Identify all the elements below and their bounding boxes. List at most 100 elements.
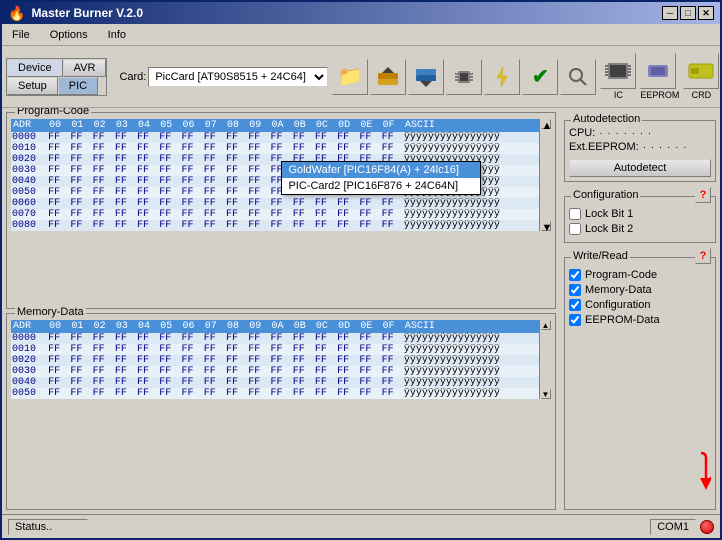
mem-col-06: 06: [181, 320, 203, 333]
program-code-scrollbar[interactable]: ▲ ▼: [539, 119, 551, 231]
mem-col-adr: ADR: [11, 320, 47, 333]
dropdown-option-2[interactable]: PIC-Card2 [PIC16F876 + 24C64N]: [282, 178, 480, 194]
dropdown-option-1[interactable]: GoldWafer [PIC16F84(A) + 24lc16]: [282, 162, 480, 178]
erase-button[interactable]: [560, 59, 596, 95]
write-read-item-1: Memory-Data: [569, 284, 711, 296]
eeprom-dots: · · · · · ·: [643, 142, 688, 153]
autodetection-group: Autodetection CPU: · · · · · · · Ext.EEP…: [564, 120, 716, 182]
menu-bar: File Options Info: [2, 24, 720, 46]
bottom-toolbar-icons: IC EEPROM: [600, 53, 719, 100]
col-07: 07: [203, 119, 225, 132]
col-0e: 0E: [358, 119, 380, 132]
folder-icon: 📁: [338, 64, 363, 89]
program-code-title: Program-Code: [15, 108, 91, 117]
mem-col-07: 07: [203, 320, 225, 333]
configuration-help-button[interactable]: ?: [695, 187, 711, 203]
col-0c: 0C: [314, 119, 336, 132]
connection-indicator: [700, 520, 714, 534]
lock-bit-1-label: Lock Bit 1: [585, 208, 633, 220]
lock-bit-1-checkbox[interactable]: [569, 208, 581, 220]
write-read-item-0: Program-Code: [569, 269, 711, 281]
col-06: 06: [181, 119, 203, 132]
folder-button[interactable]: 📁: [332, 59, 368, 95]
menu-info[interactable]: Info: [102, 27, 132, 43]
eeprom-button[interactable]: EEPROM: [640, 53, 679, 100]
crd-button[interactable]: CRD: [683, 53, 719, 100]
memory-data-scrollbar[interactable]: ▲ ▼: [539, 320, 551, 399]
app-icon: 🔥: [8, 5, 25, 22]
table-row: 0010FFFFFFFFFFFFFFFFFFFFFFFFFFFFFFFFÿÿÿÿ…: [11, 344, 539, 355]
download-button[interactable]: [408, 59, 444, 95]
device-button[interactable]: Device: [7, 59, 63, 77]
write-read-items: Program-Code Memory-Data Configuration EEPR…: [569, 269, 711, 326]
col-adr: ADR: [11, 119, 47, 132]
lock-bit-2-label: Lock Bit 2: [585, 223, 633, 235]
device-setup-group: Device AVR Setup PIC: [6, 58, 107, 96]
menu-options[interactable]: Options: [44, 27, 94, 43]
col-0d: 0D: [336, 119, 358, 132]
col-ascii: ASCII: [403, 119, 539, 132]
table-row: 0080FFFFFFFFFFFFFFFFFFFFFFFFFFFFFFFFÿÿÿÿ…: [11, 220, 539, 231]
device-dropdown-popup[interactable]: GoldWafer [PIC16F84(A) + 24lc16] PIC-Car…: [281, 161, 481, 195]
table-row: 0010FFFFFFFFFFFFFFFFFFFFFFFFFFFFFFFFÿÿÿÿ…: [11, 143, 539, 154]
program-code-group: Program-Code ADR 00 01 02 03: [6, 112, 556, 309]
crd-label: CRD: [683, 90, 719, 100]
col-0a: 0A: [269, 119, 291, 132]
lock-bit-2-checkbox[interactable]: [569, 223, 581, 235]
lock-bit-2-row: Lock Bit 2: [569, 223, 711, 235]
col-02: 02: [92, 119, 114, 132]
avr-button[interactable]: AVR: [63, 59, 107, 77]
chip-button[interactable]: [446, 59, 482, 95]
table-row: 0000FFFFFFFFFFFFFFFFFFFFFFFFFFFFFFFFÿÿÿÿ…: [11, 132, 539, 143]
eeprom-ext-label: Ext.EEPROM:: [569, 141, 639, 153]
write-read-label-1: Memory-Data: [585, 284, 652, 296]
memory-data-group: Memory-Data ADR 00 01 02 03: [6, 313, 556, 510]
upload-button[interactable]: [370, 59, 406, 95]
write-read-checkbox-3[interactable]: [569, 314, 581, 326]
setup-button[interactable]: Setup: [7, 77, 58, 95]
erase-icon: [566, 65, 590, 89]
menu-file[interactable]: File: [6, 27, 36, 43]
write-read-checkbox-1[interactable]: [569, 284, 581, 296]
autodetection-title: Autodetection: [571, 113, 642, 125]
write-read-group: Write/Read ? Program-CodeMemory-DataConf…: [564, 257, 716, 510]
col-0f: 0F: [381, 119, 403, 132]
write-read-help-button[interactable]: ?: [695, 248, 711, 264]
cpu-dots: · · · · · · ·: [599, 128, 652, 139]
ic-eeprom-crd-row: IC EEPROM: [600, 53, 719, 100]
write-read-label-3: EEPROM-Data: [585, 314, 660, 326]
write-read-item-3: EEPROM-Data: [569, 314, 711, 326]
status-bar: Status.. COM1: [2, 514, 720, 538]
window-container: 🔥 Master Burner V.2.0 ─ □ ✕ File Options…: [0, 0, 722, 540]
mem-col-0a: 0A: [269, 320, 291, 333]
arrow-indicator: [671, 448, 711, 501]
write-read-checkbox-2[interactable]: [569, 299, 581, 311]
write-read-label-0: Program-Code: [585, 269, 657, 281]
autodetect-button[interactable]: Autodetect: [569, 159, 711, 177]
card-area: Card: PicCard [AT90S8515 + 24C64]: [119, 67, 328, 87]
window-title: Master Burner V.2.0: [31, 6, 143, 20]
mem-col-02: 02: [92, 320, 114, 333]
memory-data-table: ADR 00 01 02 03 04 05 06 07 08: [11, 320, 539, 399]
write-read-label-2: Configuration: [585, 299, 650, 311]
card-select[interactable]: PicCard [AT90S8515 + 24C64]: [148, 67, 328, 87]
mem-col-0b: 0B: [292, 320, 314, 333]
pic-button[interactable]: PIC: [58, 77, 98, 95]
flash-button[interactable]: [484, 59, 520, 95]
mem-col-ascii: ASCII: [403, 320, 539, 333]
col-04: 04: [136, 119, 158, 132]
checkmark-icon: ✔: [532, 64, 549, 89]
ic-label: IC: [600, 90, 636, 100]
verify-button[interactable]: ✔: [522, 59, 558, 95]
write-read-checkbox-0[interactable]: [569, 269, 581, 281]
table-row: 0030FFFFFFFFFFFFFFFFFFFFFFFFFFFFFFFFÿÿÿÿ…: [11, 366, 539, 377]
close-button[interactable]: ✕: [698, 6, 714, 20]
ic-icon: [604, 59, 632, 83]
mem-col-0f: 0F: [381, 320, 403, 333]
maximize-button[interactable]: □: [680, 6, 696, 20]
cpu-label: CPU:: [569, 127, 595, 139]
status-right: COM1: [650, 519, 714, 535]
ic-button[interactable]: IC: [600, 53, 636, 100]
minimize-button[interactable]: ─: [662, 6, 678, 20]
cpu-row: CPU: · · · · · · ·: [569, 127, 711, 139]
